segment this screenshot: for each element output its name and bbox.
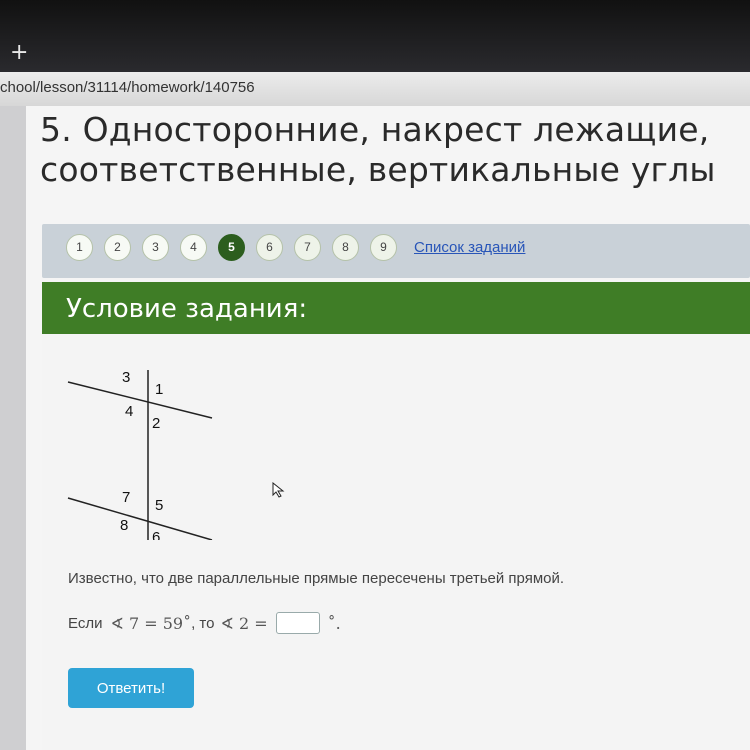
degree-suffix: ˚. [327,613,341,633]
answer-input[interactable] [275,612,320,634]
angle-label-1: 1 [155,381,163,398]
task-page-4[interactable]: 4 [180,233,207,261]
submit-answer-button[interactable]: Ответить! [68,668,194,708]
url-text[interactable]: chool/lesson/31114/homework/140756 [0,79,255,96]
question-middle: , то [191,614,215,632]
task-condition-title: Условие задания: [66,294,308,324]
angle-label-7: 7 [122,489,130,506]
question-prefix: Если [68,614,103,632]
task-page-9[interactable]: 9 [370,233,397,261]
angle-label-3: 3 [122,370,130,386]
angle-label-6: 6 [152,529,160,540]
task-navigation: 1 2 3 4 5 6 7 8 9 Список заданий [42,224,750,278]
task-page-2[interactable]: 2 [104,233,131,261]
new-tab-button[interactable]: + [10,40,28,65]
angle-label-5: 5 [155,497,163,514]
task-page-8[interactable]: 8 [332,233,359,261]
task-statement: Известно, что две параллельные прямые пе… [68,570,565,587]
task-pagination: 1 2 3 4 5 6 7 8 9 Список заданий [66,233,525,261]
parallel-line-top [67,381,213,419]
task-content: 3 1 4 2 7 5 8 6 Известно, что две паралл… [42,334,750,750]
task-page-5-current[interactable]: 5 [218,233,245,261]
task-page-7[interactable]: 7 [294,233,321,261]
lesson-title-line-2: соответственные, вертикальные углы [40,150,716,189]
angle-label-4: 4 [125,403,133,420]
task-list-link[interactable]: Список заданий [414,239,525,256]
task-page-3[interactable]: 3 [142,233,169,261]
angle-label-2: 2 [152,415,160,432]
task-page-1[interactable]: 1 [66,233,93,261]
browser-tab-bar: + [0,0,750,78]
page-viewport: 5. Односторонние, накрест лежащие, соотв… [0,106,750,750]
lesson-container: 5. Односторонние, накрест лежащие, соотв… [26,106,750,750]
angle-label-8: 8 [120,517,128,534]
asked-angle: ∢ 2 = [220,613,268,633]
task-question: Если ∢ 7 = 59˚ , то ∢ 2 = ˚. [68,610,341,636]
address-bar[interactable]: chool/lesson/31114/homework/140756 [0,72,750,107]
lesson-title: 5. Односторонние, накрест лежащие, соотв… [40,110,750,190]
mouse-cursor-icon [272,482,285,498]
lesson-title-line-1: 5. Односторонние, накрест лежащие, [40,110,710,149]
parallel-lines-figure: 3 1 4 2 7 5 8 6 [67,370,213,540]
parallel-line-bottom [67,497,213,540]
task-condition-header: Условие задания: [42,282,750,334]
given-angle: ∢ 7 = 59˚ [110,613,192,633]
task-page-6[interactable]: 6 [256,233,283,261]
